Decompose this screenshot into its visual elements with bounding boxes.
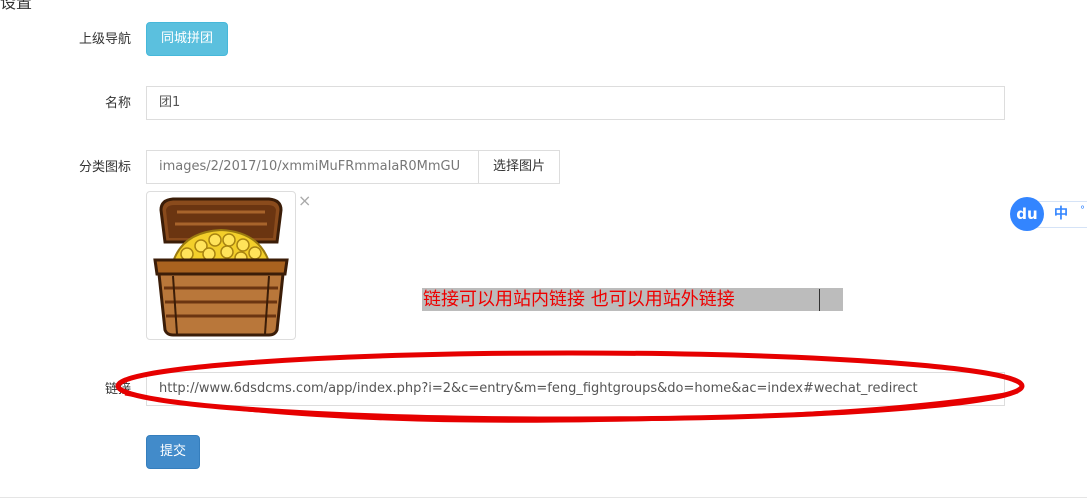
submit-button[interactable]: 提交 — [146, 435, 200, 469]
bottom-divider — [0, 497, 1087, 498]
red-oval-annotation — [115, 350, 1025, 423]
